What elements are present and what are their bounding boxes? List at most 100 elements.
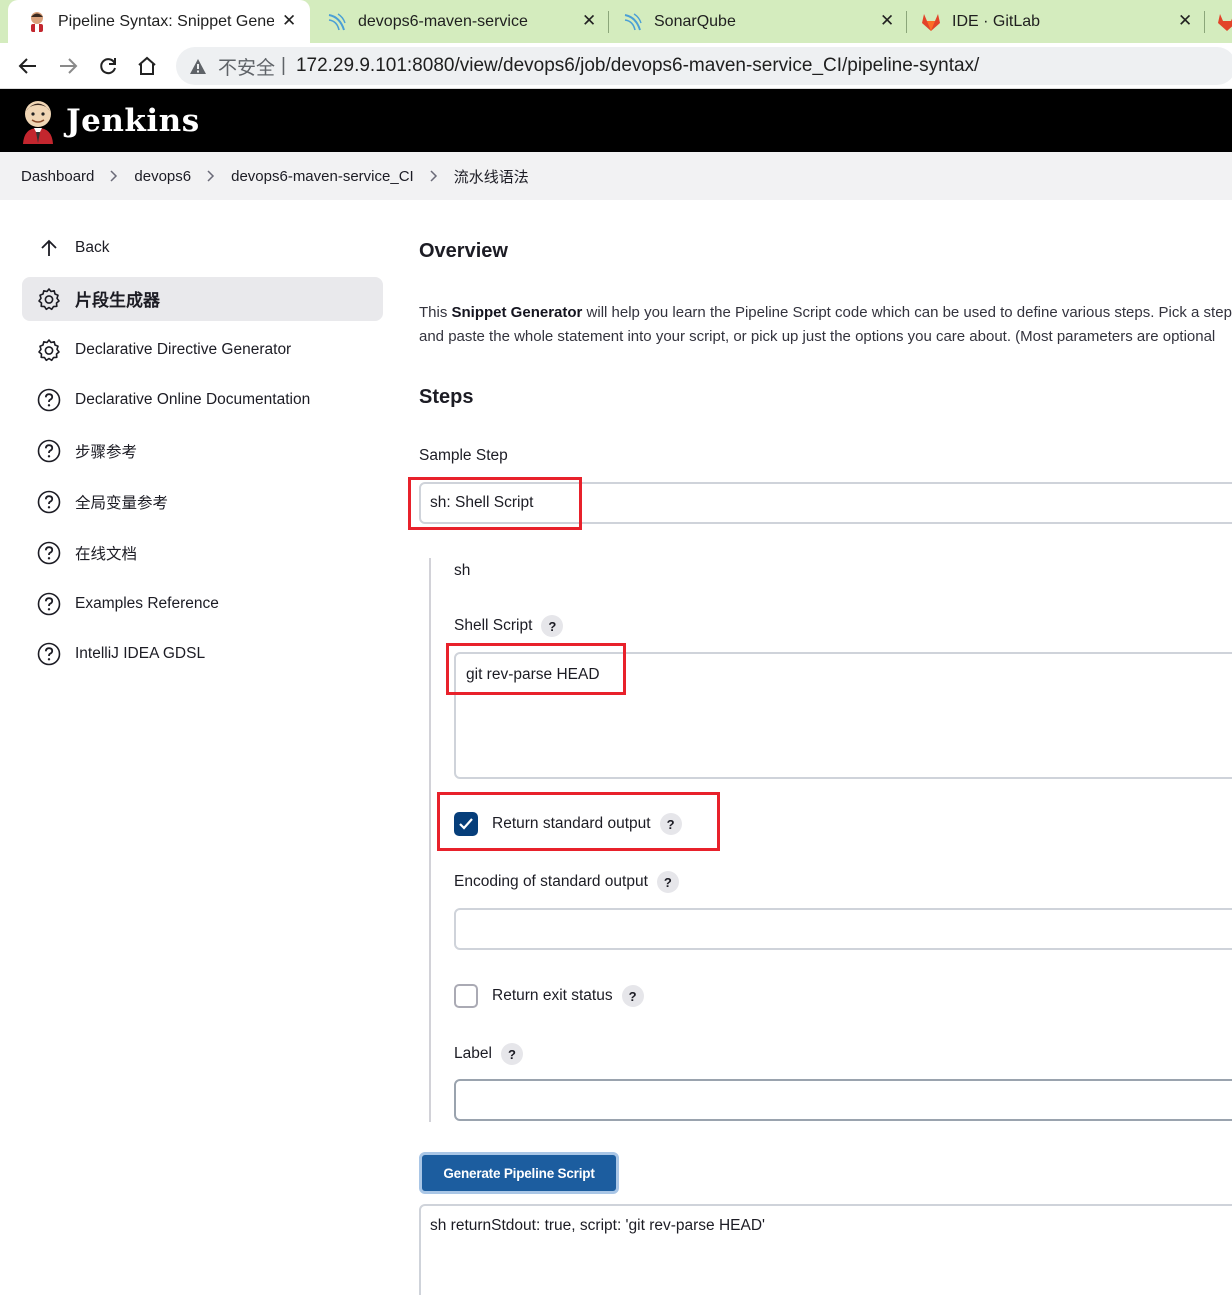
gitlab-icon [1216, 11, 1232, 33]
label-input[interactable] [454, 1079, 1232, 1121]
return-status-label[interactable]: Return exit status ? [492, 984, 644, 1008]
url-host: 172.29.9.101 [295, 55, 407, 76]
description-line-2: and paste the whole statement into your … [419, 328, 1216, 345]
help-circle-icon [36, 387, 62, 413]
generate-pipeline-script-button[interactable]: Generate Pipeline Script [419, 1152, 619, 1194]
sidebar-item-label: Declarative Directive Generator [75, 340, 292, 358]
help-circle-icon [36, 540, 62, 566]
sidebar-item-online-docs[interactable]: 在线文档 [22, 531, 383, 575]
sample-step-label: Sample Step [419, 447, 508, 464]
breadcrumb-job[interactable]: devops6-maven-service_CI [231, 168, 414, 185]
help-icon[interactable]: ? [541, 615, 564, 637]
tab-separator [608, 11, 609, 33]
reload-icon[interactable] [95, 53, 121, 79]
sidebar-item-step-reference[interactable]: 步骤参考 [22, 429, 383, 473]
shell-script-value: git rev-parse HEAD [466, 666, 600, 683]
browser-tab-strip: Pipeline Syntax: Snippet Generator ✕ dev… [0, 0, 1232, 43]
chevron-right-icon [110, 170, 118, 182]
encoding-input[interactable] [454, 908, 1232, 950]
address-separator: | [281, 55, 286, 76]
description-line-1: This Snippet Generator will help you lea… [419, 304, 1232, 321]
sidebar-item-intellij-gdsl[interactable]: IntelliJ IDEA GDSL [22, 632, 383, 676]
sidebar-item-label: 片段生成器 [75, 291, 160, 311]
sidebar-item-label: 全局变量参考 [75, 494, 169, 512]
gear-icon [36, 286, 62, 312]
browser-tab-pipeline-syntax[interactable]: Pipeline Syntax: Snippet Generator ✕ [8, 0, 310, 43]
breadcrumb-pipeline-syntax[interactable]: 流水线语法 [454, 166, 529, 187]
tab-title: IDE · GitLab [952, 12, 1041, 30]
close-icon[interactable]: ✕ [1178, 12, 1192, 30]
help-icon[interactable]: ? [659, 813, 682, 835]
sidebar-item-label: IntelliJ IDEA GDSL [75, 645, 206, 663]
tab-title: devops6-maven-service [358, 12, 528, 30]
close-icon[interactable]: ✕ [282, 12, 296, 30]
generated-script-output[interactable]: sh returnStdout: true, script: 'git rev-… [419, 1204, 1232, 1295]
help-icon[interactable]: ? [621, 985, 644, 1007]
help-circle-icon [36, 489, 62, 515]
tab-title: SonarQube [654, 12, 736, 30]
return-stdout-label[interactable]: Return standard output ? [492, 812, 682, 836]
breadcrumb-dashboard[interactable]: Dashboard [21, 168, 94, 185]
steps-heading: Steps [419, 386, 474, 408]
security-label[interactable]: 不安全 [218, 53, 275, 80]
back-arrow-icon[interactable] [15, 53, 41, 79]
sidebar-item-global-variables[interactable]: 全局变量参考 [22, 480, 383, 524]
sidebar: Back 片段生成器 Declarative Directive Generat… [22, 226, 383, 683]
encoding-label: Encoding of standard output ? [454, 870, 679, 894]
address-bar[interactable]: 不安全 | 172.29.9.101 :8080/view/devops6/jo… [176, 47, 1232, 85]
overview-description: This Snippet Generator will help you lea… [419, 301, 1232, 349]
arrow-up-icon [36, 235, 62, 261]
sidebar-item-label: Declarative Online Documentation [75, 391, 311, 409]
tab-title: Pipeline Syntax: Snippet Generator [58, 12, 274, 30]
sample-step-value: sh: Shell Script [430, 494, 534, 511]
tab-separator [906, 11, 907, 33]
chevron-right-icon [430, 170, 438, 182]
step-name: sh [454, 562, 471, 579]
sidebar-item-declarative-online-docs[interactable]: Declarative Online Documentation [22, 378, 383, 422]
gitlab-icon [920, 11, 942, 33]
help-circle-icon [36, 591, 62, 617]
shell-script-label: Shell Script ? [454, 615, 564, 637]
forward-arrow-icon[interactable] [55, 53, 81, 79]
tab-separator [1204, 11, 1205, 33]
close-icon[interactable]: ✕ [880, 12, 894, 30]
browser-toolbar: 不安全 | 172.29.9.101 :8080/view/devops6/jo… [0, 43, 1232, 89]
browser-tab-sonarqube[interactable]: SonarQube ✕ [616, 0, 906, 43]
checkmark-icon [459, 818, 473, 830]
sample-step-select[interactable]: sh: Shell Script [419, 482, 1232, 524]
return-status-checkbox[interactable] [454, 984, 478, 1008]
step-config-border [429, 558, 431, 1122]
help-circle-icon [36, 641, 62, 667]
gear-icon [36, 337, 62, 363]
help-icon[interactable]: ? [500, 1043, 523, 1065]
snippet-generator-bold: Snippet Generator [451, 304, 583, 321]
sidebar-item-declarative-directive-generator[interactable]: Declarative Directive Generator [22, 328, 383, 372]
home-icon[interactable] [134, 53, 160, 79]
sonarqube-icon [326, 11, 348, 33]
return-stdout-checkbox[interactable] [454, 812, 478, 836]
help-icon[interactable]: ? [656, 871, 679, 893]
jenkins-logo-icon[interactable] [20, 98, 56, 144]
breadcrumb: Dashboard devops6 devops6-maven-service_… [0, 152, 1232, 200]
sidebar-item-label: Back [75, 239, 110, 256]
browser-tab-gitlab[interactable]: IDE · GitLab ✕ [914, 0, 1204, 43]
help-circle-icon [36, 438, 62, 464]
label-field-label: Label ? [454, 1042, 523, 1066]
close-icon[interactable]: ✕ [582, 12, 596, 30]
sidebar-item-examples-reference[interactable]: Examples Reference [22, 582, 383, 626]
overview-heading: Overview [419, 240, 508, 262]
jenkins-icon [26, 11, 48, 33]
shell-script-textarea[interactable]: git rev-parse HEAD [454, 652, 1232, 779]
url-path: :8080/view/devops6/job/devops6-maven-ser… [406, 55, 980, 76]
sidebar-item-back[interactable]: Back [22, 226, 383, 270]
jenkins-header: Jenkins [0, 89, 1232, 152]
breadcrumb-devops6[interactable]: devops6 [134, 168, 191, 185]
warning-icon[interactable] [188, 56, 208, 76]
sidebar-item-snippet-generator[interactable]: 片段生成器 [22, 276, 383, 321]
generated-script-text: sh returnStdout: true, script: 'git rev-… [430, 1217, 765, 1234]
browser-tab-devops6-maven-service[interactable]: devops6-maven-service ✕ [318, 0, 608, 43]
jenkins-brand[interactable]: Jenkins [66, 103, 200, 139]
sidebar-item-label: 步骤参考 [75, 444, 138, 462]
chevron-right-icon [207, 170, 215, 182]
browser-tab-partial[interactable] [1212, 0, 1232, 43]
